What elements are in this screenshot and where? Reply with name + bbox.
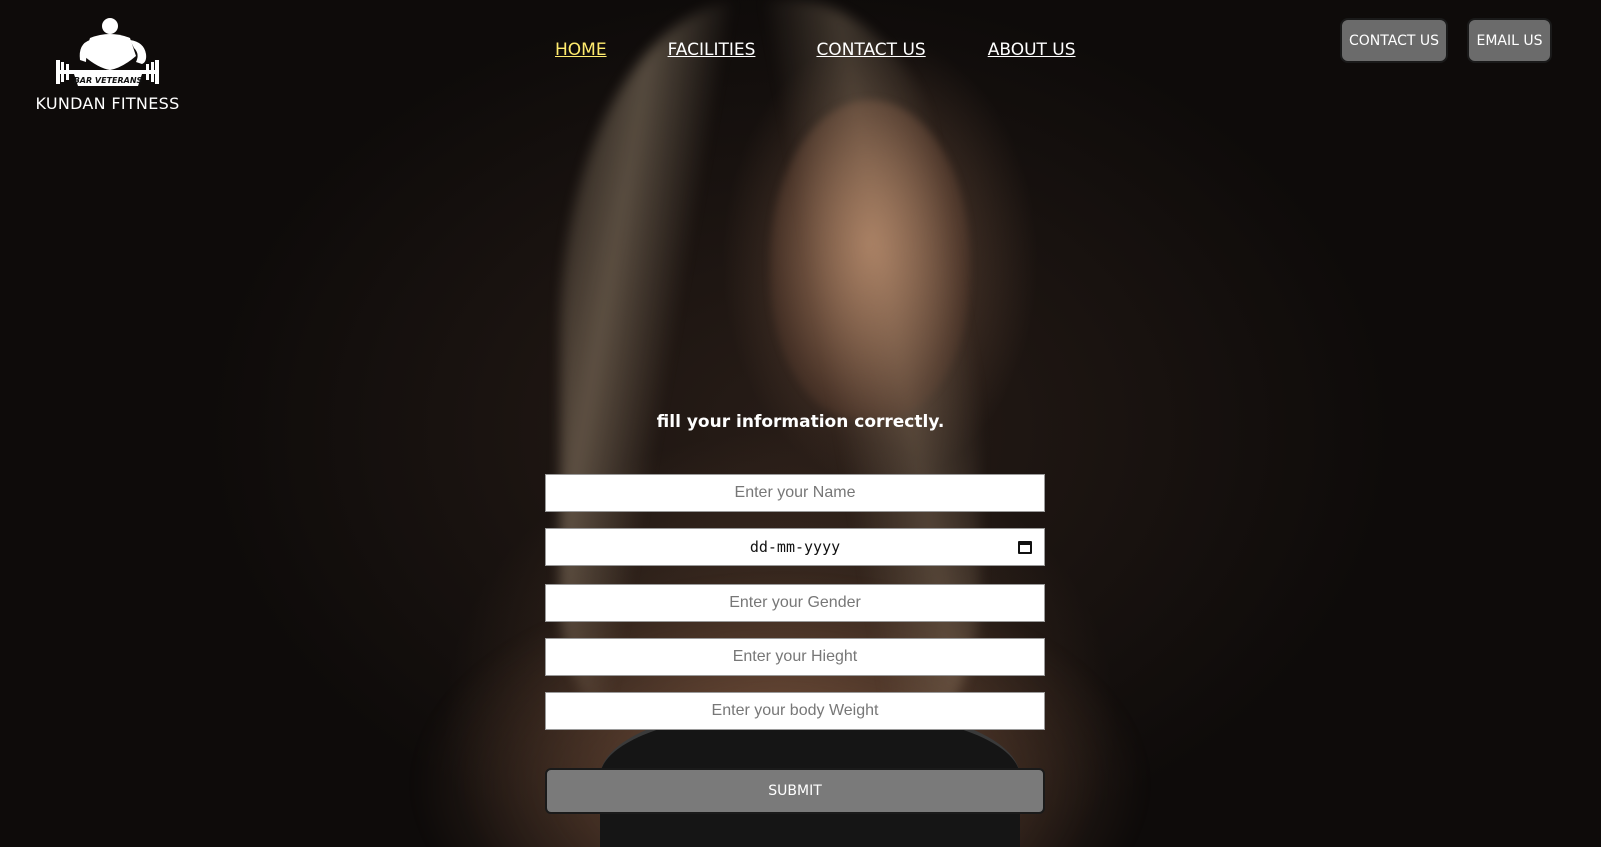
height-input[interactable]: Enter your Hieght	[545, 638, 1045, 676]
date-placeholder: dd-mm-yyyy	[749, 538, 841, 556]
contact-us-button[interactable]: CONTACT US	[1340, 18, 1448, 63]
weight-input[interactable]: Enter your body Weight	[545, 692, 1045, 730]
email-us-button[interactable]: EMAIL US	[1467, 18, 1552, 63]
date-of-birth-input[interactable]: dd-mm-yyyy	[545, 528, 1045, 566]
nav-item-about-us[interactable]: ABOUT US	[988, 40, 1076, 60]
submit-button[interactable]: SUBMIT	[545, 768, 1045, 814]
form-title: fill your information correctly.	[656, 412, 945, 432]
brand-logo-block[interactable]: BAR VETERANS KUNDAN FITNESS	[30, 16, 185, 113]
nav-item-home[interactable]: HOME	[555, 40, 607, 60]
background-photo-face	[770, 100, 970, 420]
nav-item-facilities[interactable]: FACILITIES	[668, 40, 756, 60]
gender-input[interactable]: Enter your Gender	[545, 584, 1045, 622]
svg-text:BAR VETERANS: BAR VETERANS	[74, 76, 143, 85]
name-input[interactable]: Enter your Name	[545, 474, 1045, 512]
hero-background: BAR VETERANS KUNDAN FITNESS HOME FACILIT…	[0, 0, 1601, 847]
nav-item-contact-us[interactable]: CONTACT US	[816, 40, 925, 60]
main-nav: HOME FACILITIES CONTACT US ABOUT US	[555, 40, 1076, 60]
calendar-icon[interactable]	[1018, 541, 1032, 554]
bodybuilder-barbell-logo-icon: BAR VETERANS	[50, 16, 165, 88]
brand-name: KUNDAN FITNESS	[35, 94, 180, 113]
